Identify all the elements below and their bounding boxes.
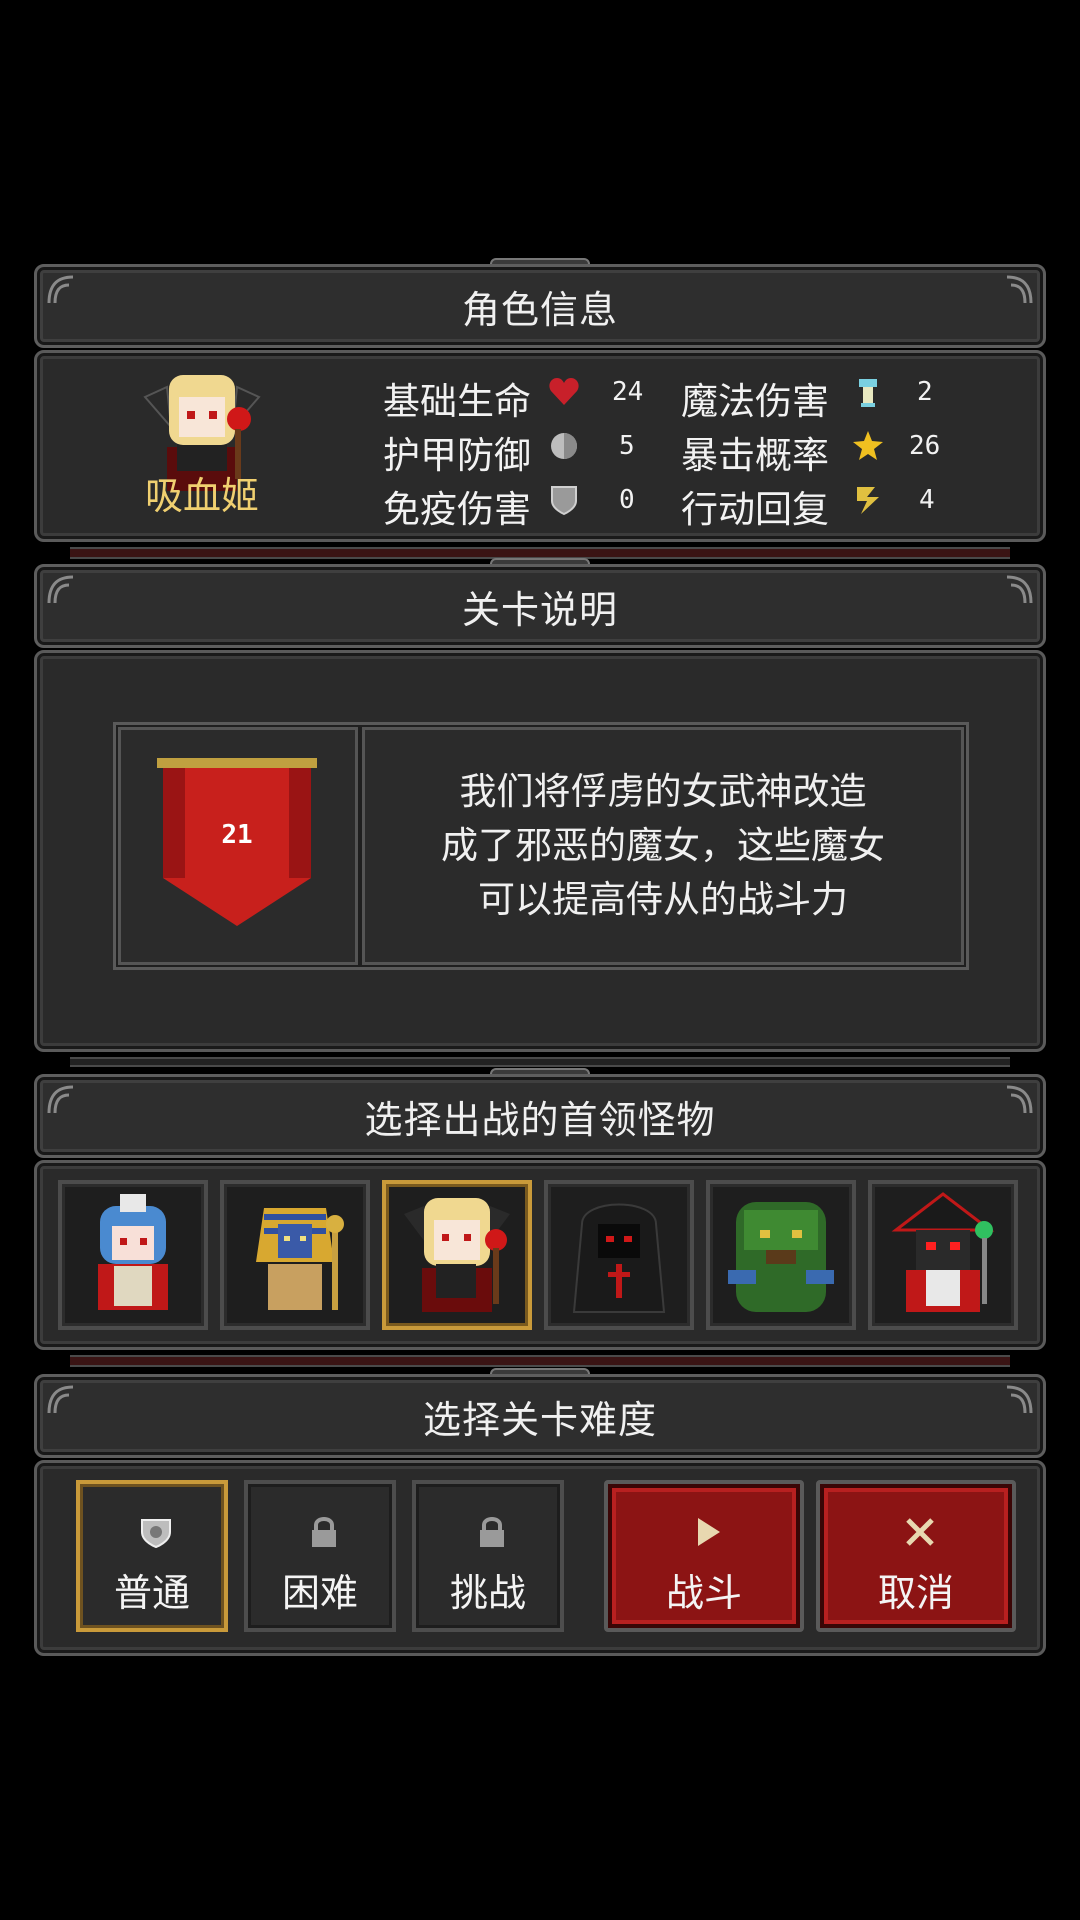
swirl-ornament-icon	[47, 575, 74, 604]
stat-label-armor: 护甲防御	[383, 434, 531, 477]
boss-select-header: 选择出战的首领怪物	[34, 1074, 1046, 1158]
shield-icon	[551, 486, 577, 516]
stage-info-header: 关卡说明	[34, 564, 1046, 648]
boss-select-title: 选择出战的首领怪物	[364, 1097, 716, 1142]
lock-icon	[312, 1517, 336, 1547]
heart-icon	[549, 378, 579, 405]
crit-star-icon	[853, 431, 883, 460]
stage-description-cell: 我们将俘虏的女武神改造 成了邪恶的魔女，这些魔女 可以提高侍从的战斗力	[362, 727, 964, 965]
stat-value-magic-damage: 2	[917, 377, 933, 407]
swirl-ornament-icon	[47, 275, 74, 304]
difficulty-title: 选择关卡难度	[422, 1397, 657, 1442]
swirl-ornament-icon	[1006, 1385, 1033, 1414]
difficulty-challenge-label: 挑战	[449, 1571, 526, 1615]
stat-label-crit-chance: 暴击概率	[681, 434, 829, 477]
boss-vampire-girl[interactable]	[382, 1180, 532, 1330]
stat-value-crit-chance: 26	[909, 431, 941, 461]
difficulty-normal-label: 普通	[113, 1571, 190, 1615]
stat-value-action-recovery: 4	[919, 485, 935, 515]
stage-description: 我们将俘虏的女武神改造 成了邪恶的魔女，这些魔女 可以提高侍从的战斗力	[441, 770, 885, 921]
crest-icon	[141, 1519, 171, 1549]
close-icon	[906, 1518, 934, 1546]
swirl-ornament-icon	[47, 1085, 74, 1114]
play-icon	[698, 1518, 720, 1546]
stage-info-title: 关卡说明	[461, 587, 618, 632]
boss-pharaoh[interactable]	[220, 1180, 370, 1330]
difficulty-hard-button[interactable]: 困难	[244, 1480, 396, 1632]
swirl-ornament-icon	[1006, 575, 1033, 604]
stat-value-immunity: 0	[619, 485, 635, 515]
stat-label-action-recovery: 行动回复	[681, 488, 829, 531]
stat-label-magic-damage: 魔法伤害	[681, 380, 829, 423]
vampire-girl-icon	[404, 1198, 510, 1312]
boss-hooded-reaper[interactable]	[544, 1180, 694, 1330]
fight-label: 战斗	[665, 1571, 742, 1615]
boss-skeleton-mage[interactable]	[868, 1180, 1018, 1330]
swirl-ornament-icon	[47, 1385, 74, 1414]
stage-number: 21	[221, 820, 253, 850]
difficulty-header: 选择关卡难度	[34, 1374, 1046, 1458]
boss-blue-hair-witch[interactable]	[58, 1180, 208, 1330]
treant-icon	[728, 1202, 834, 1312]
skeleton-mage-icon	[891, 1192, 995, 1312]
stat-label-base-hp: 基础生命	[383, 380, 531, 423]
fight-button[interactable]: 战斗	[604, 1480, 804, 1632]
character-info-title: 角色信息	[461, 287, 618, 332]
character-info-panel: 吸血姬 基础生命 24 护甲防御 5 免疫伤害 0 魔法伤害 2 暴击概率 26…	[34, 350, 1046, 542]
blue-hair-witch-icon	[98, 1194, 168, 1310]
swirl-ornament-icon	[1006, 1085, 1033, 1114]
character-name: 吸血姬	[144, 474, 259, 518]
panel-divider	[70, 1355, 1010, 1367]
hooded-reaper-icon	[572, 1203, 666, 1313]
difficulty-normal-button[interactable]: 普通	[76, 1480, 228, 1632]
stat-value-base-hp: 24	[612, 377, 644, 407]
pharaoh-icon	[256, 1208, 344, 1310]
stat-value-armor: 5	[619, 431, 635, 461]
armor-orb-icon	[551, 433, 577, 459]
stat-label-immunity: 免疫伤害	[383, 488, 531, 531]
boss-treant[interactable]	[706, 1180, 856, 1330]
cancel-label: 取消	[877, 1571, 954, 1615]
difficulty-challenge-button[interactable]: 挑战	[412, 1480, 564, 1632]
lock-icon	[480, 1517, 504, 1547]
magic-potion-icon	[859, 379, 877, 407]
cancel-button[interactable]: 取消	[816, 1480, 1016, 1632]
lightning-icon	[857, 487, 879, 514]
difficulty-hard-label: 困难	[281, 1571, 358, 1615]
stage-banner-cell: 21	[118, 727, 358, 965]
character-info-header: 角色信息	[34, 264, 1046, 348]
panel-divider	[70, 1057, 1010, 1067]
swirl-ornament-icon	[1006, 275, 1033, 304]
